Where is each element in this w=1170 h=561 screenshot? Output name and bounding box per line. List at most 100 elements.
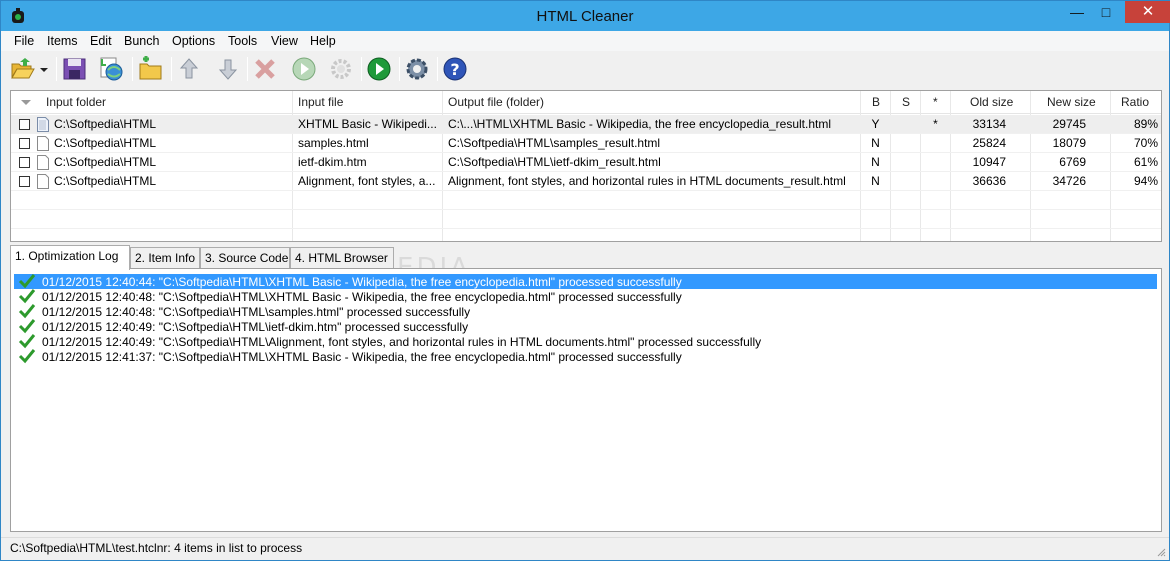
cell-input-folder: C:\Softpedia\HTML	[54, 117, 157, 131]
cell-output-file: C:\Softpedia\HTML\ietf-dkim_result.html	[448, 155, 661, 169]
title-bar[interactable]: HTML Cleaner — □ ✕	[1, 1, 1170, 31]
checkmark-icon	[18, 289, 36, 304]
cell-b: N	[871, 136, 880, 150]
menu-edit[interactable]: Edit	[90, 34, 112, 48]
log-entry[interactable]: 01/12/2015 12:40:44: "C:\Softpedia\HTML\…	[14, 274, 1157, 289]
column-input-folder[interactable]: Input folder	[46, 95, 106, 109]
log-text: 01/12/2015 12:40:49: "C:\Softpedia\HTML\…	[42, 335, 762, 349]
cell-old-size: 33134	[972, 117, 1006, 131]
html-file-icon	[37, 117, 49, 132]
log-entry[interactable]: 01/12/2015 12:40:49: "C:\Softpedia\HTML\…	[14, 319, 1157, 334]
log-text: 01/12/2015 12:40:49: "C:\Softpedia\HTML\…	[42, 320, 469, 334]
checkmark-icon	[18, 304, 36, 319]
cell-old-size: 10947	[972, 155, 1006, 169]
svg-text:?: ?	[450, 60, 459, 79]
cell-output-file: C:\Softpedia\HTML\samples_result.html	[448, 136, 661, 150]
process-all-icon[interactable]	[365, 55, 393, 83]
cell-new-size: 18079	[1052, 136, 1086, 150]
column-s[interactable]: S	[902, 95, 910, 109]
close-button[interactable]: ✕	[1125, 1, 1170, 23]
status-bar: C:\Softpedia\HTML\test.htclnr: 4 items i…	[1, 537, 1169, 560]
cell-ratio: 61%	[1133, 155, 1158, 169]
menu-items[interactable]: Items	[47, 34, 78, 48]
tab-optimization-log[interactable]: 1. Optimization Log	[10, 245, 130, 270]
menu-tools[interactable]: Tools	[228, 34, 257, 48]
column-old-size[interactable]: Old size	[970, 95, 1013, 109]
checkmark-icon	[18, 334, 36, 349]
row-checkbox[interactable]	[19, 157, 30, 168]
table-row[interactable]: C:\Softpedia\HTML ietf-dkim.htm C:\Softp…	[11, 153, 1161, 172]
cell-star: *	[933, 117, 938, 131]
table-row[interactable]: C:\Softpedia\HTML XHTML Basic - Wikipedi…	[11, 115, 1161, 134]
status-text: C:\Softpedia\HTML\test.htclnr: 4 items i…	[10, 541, 303, 555]
menu-file[interactable]: File	[14, 34, 34, 48]
column-star[interactable]: *	[933, 95, 938, 109]
tab-source-code[interactable]: 3. Source Code	[200, 247, 290, 269]
checkmark-icon	[18, 349, 36, 364]
help-icon[interactable]: ?	[441, 55, 469, 83]
tab-html-browser[interactable]: 4. HTML Browser	[290, 247, 394, 269]
menu-options[interactable]: Options	[172, 34, 215, 48]
cell-input-file: ietf-dkim.htm	[298, 155, 367, 169]
row-checkbox[interactable]	[19, 138, 30, 149]
cell-new-size: 34726	[1052, 174, 1086, 188]
cell-input-folder: C:\Softpedia\HTML	[54, 155, 157, 169]
log-entry[interactable]: 01/12/2015 12:41:37: "C:\Softpedia\HTML\…	[14, 349, 1157, 364]
row-checkbox[interactable]	[19, 119, 30, 130]
table-row[interactable]: C:\Softpedia\HTML Alignment, font styles…	[11, 172, 1161, 191]
menu-view[interactable]: View	[271, 34, 298, 48]
log-text: 01/12/2015 12:41:37: "C:\Softpedia\HTML\…	[42, 350, 682, 364]
toolbar: ?	[1, 52, 1169, 87]
log-text: 01/12/2015 12:40:48: "C:\Softpedia\HTML\…	[42, 305, 471, 319]
move-up-icon[interactable]	[175, 55, 203, 83]
process-icon[interactable]	[290, 55, 318, 83]
column-b[interactable]: B	[872, 95, 880, 109]
cell-b: N	[871, 155, 880, 169]
cell-input-folder: C:\Softpedia\HTML	[54, 136, 157, 150]
log-entry[interactable]: 01/12/2015 12:40:49: "C:\Softpedia\HTML\…	[14, 334, 1157, 349]
file-icon	[37, 174, 49, 189]
window-title: HTML Cleaner	[536, 8, 634, 25]
column-output-file[interactable]: Output file (folder)	[448, 95, 544, 109]
settings-disabled-icon[interactable]	[327, 55, 355, 83]
cell-ratio: 94%	[1133, 174, 1158, 188]
minimize-button[interactable]: —	[1063, 1, 1091, 23]
move-down-icon[interactable]	[214, 55, 242, 83]
column-new-size[interactable]: New size	[1047, 95, 1096, 109]
add-folder-icon[interactable]	[137, 55, 165, 83]
column-input-file[interactable]: Input file	[298, 95, 343, 109]
cell-ratio: 89%	[1133, 117, 1158, 131]
column-ratio[interactable]: Ratio	[1121, 95, 1149, 109]
empty-row	[11, 191, 1161, 210]
row-checkbox[interactable]	[19, 176, 30, 187]
options-gear-icon[interactable]	[403, 55, 431, 83]
empty-row	[11, 210, 1161, 229]
resize-grip-icon[interactable]	[1156, 547, 1166, 557]
menu-help[interactable]: Help	[310, 34, 336, 48]
save-icon[interactable]	[61, 55, 89, 83]
cell-new-size: 6769	[1059, 155, 1086, 169]
cell-output-file: C:\...\HTML\XHTML Basic - Wikipedia, the…	[448, 117, 832, 131]
cell-b: N	[871, 174, 880, 188]
dropdown-arrow-icon[interactable]	[37, 55, 51, 83]
table-row[interactable]: C:\Softpedia\HTML samples.html C:\Softpe…	[11, 134, 1161, 153]
cell-new-size: 29745	[1052, 117, 1086, 131]
delete-icon[interactable]	[251, 55, 279, 83]
add-from-web-icon[interactable]	[98, 55, 126, 83]
maximize-button[interactable]: □	[1092, 1, 1120, 23]
log-entry[interactable]: 01/12/2015 12:40:48: "C:\Softpedia\HTML\…	[14, 304, 1157, 319]
open-folder-icon[interactable]	[9, 55, 37, 83]
cell-input-file: Alignment, font styles, a...	[298, 174, 436, 188]
log-text: 01/12/2015 12:40:48: "C:\Softpedia\HTML\…	[42, 290, 682, 304]
log-entry[interactable]: 01/12/2015 12:40:48: "C:\Softpedia\HTML\…	[14, 289, 1157, 304]
items-grid[interactable]: Input folder Input file Output file (fol…	[10, 90, 1162, 242]
sort-arrow-icon[interactable]	[21, 100, 31, 105]
checkmark-icon	[18, 274, 36, 289]
tab-item-info[interactable]: 2. Item Info	[130, 247, 200, 269]
cell-output-file: Alignment, font styles, and horizontal r…	[448, 174, 846, 188]
log-text: 01/12/2015 12:40:44: "C:\Softpedia\HTML\…	[42, 275, 682, 289]
cell-input-file: samples.html	[298, 136, 369, 150]
menu-bunch[interactable]: Bunch	[124, 34, 159, 48]
optimization-log[interactable]: 01/12/2015 12:40:44: "C:\Softpedia\HTML\…	[10, 268, 1162, 532]
cell-old-size: 25824	[972, 136, 1006, 150]
